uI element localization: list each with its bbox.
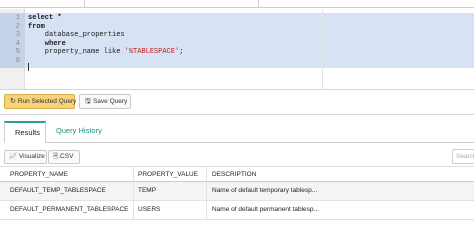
table-cell: TEMP <box>138 187 157 194</box>
text-cursor <box>28 63 29 71</box>
save-query-button[interactable]: 🖫 Save Query <box>79 94 131 109</box>
table-header: PROPERTY_NAME PROPERTY_VALUE DESCRIPTION <box>0 166 474 183</box>
refresh-icon: ↻ <box>10 98 16 105</box>
column-separator <box>206 201 207 220</box>
column-header[interactable]: PROPERTY_NAME <box>10 167 132 182</box>
save-button-label: Save Query <box>92 98 128 105</box>
sql-keyword: select * <box>28 14 62 22</box>
run-selected-query-button[interactable]: ↻ Run Selected Query <box>4 94 77 109</box>
column-header[interactable]: DESCRIPTION <box>212 167 322 182</box>
string-literal: '%TABLESPACE' <box>124 48 180 56</box>
table-cell: DEFAULT_PERMANENT_TABLESPACE <box>10 206 129 213</box>
visualize-button[interactable]: 📈 Visualize <box>4 150 47 164</box>
table-cell: Name of default permanent tablesp... <box>212 206 319 213</box>
code-token: ; <box>179 48 184 56</box>
visualize-label: Visualize <box>18 153 45 160</box>
csv-button[interactable]: 🗎.CSV <box>48 150 80 164</box>
toolbar-divider <box>258 0 259 8</box>
code-token: database_properties <box>28 31 125 39</box>
sql-keyword: from <box>28 22 45 31</box>
chart-icon: 📈 <box>9 153 18 160</box>
save-icon: 🖫 <box>85 98 91 105</box>
table-row[interactable]: DEFAULT_PERMANENT_TABLESPACE USERS Name … <box>0 201 474 220</box>
code-token: property_name like <box>28 48 125 56</box>
query-editor-page: { "editor": { "lines": [ {"num": "1", "p… <box>0 0 474 247</box>
toolbar-divider <box>84 0 85 8</box>
column-separator <box>133 167 134 183</box>
tab-results[interactable]: Results <box>4 121 46 143</box>
line-number: 6 <box>15 56 20 65</box>
table-cell: Name of default temporary tablesp... <box>212 187 318 194</box>
tab-results-label: Results <box>15 128 41 137</box>
csv-label: .CSV <box>58 153 74 160</box>
search-input[interactable] <box>452 149 474 164</box>
code-line[interactable]: 6 <box>0 57 474 66</box>
tab-underline <box>46 142 474 143</box>
column-separator <box>133 201 134 220</box>
sql-keyword: where <box>28 39 66 48</box>
section-divider <box>0 114 474 115</box>
sql-editor[interactable]: 1 select * 2 from 3 database_properties 4 whe… <box>0 9 474 90</box>
column-separator <box>133 182 134 201</box>
table-cell: DEFAULT_TEMP_TABLESPACE <box>10 187 106 194</box>
tab-query-history[interactable]: Query History <box>46 121 112 143</box>
column-separator <box>206 167 207 183</box>
column-header[interactable]: PROPERTY_VALUE <box>138 167 204 182</box>
run-button-label: Run Selected Query <box>17 98 77 105</box>
top-toolbar-strip <box>0 0 474 8</box>
table-row[interactable]: DEFAULT_TEMP_TABLESPACE TEMP Name of def… <box>0 182 474 201</box>
table-cell: USERS <box>138 206 161 213</box>
column-separator <box>206 182 207 201</box>
tab-history-label: Query History <box>56 126 102 135</box>
